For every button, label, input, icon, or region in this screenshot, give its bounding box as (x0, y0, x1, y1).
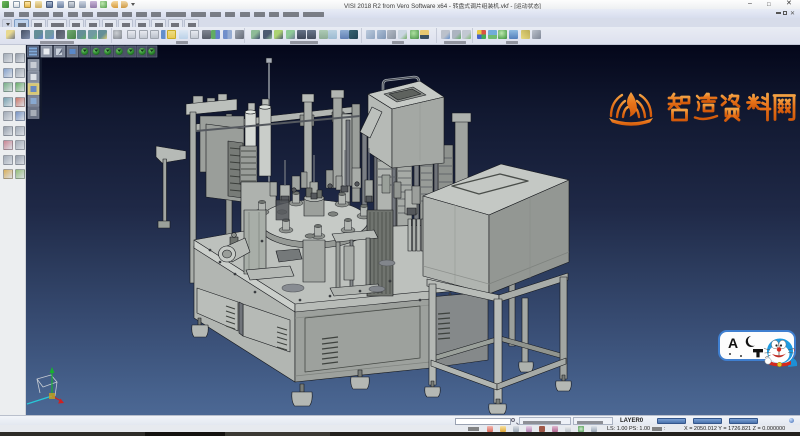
svg-text:A: A (728, 335, 738, 351)
